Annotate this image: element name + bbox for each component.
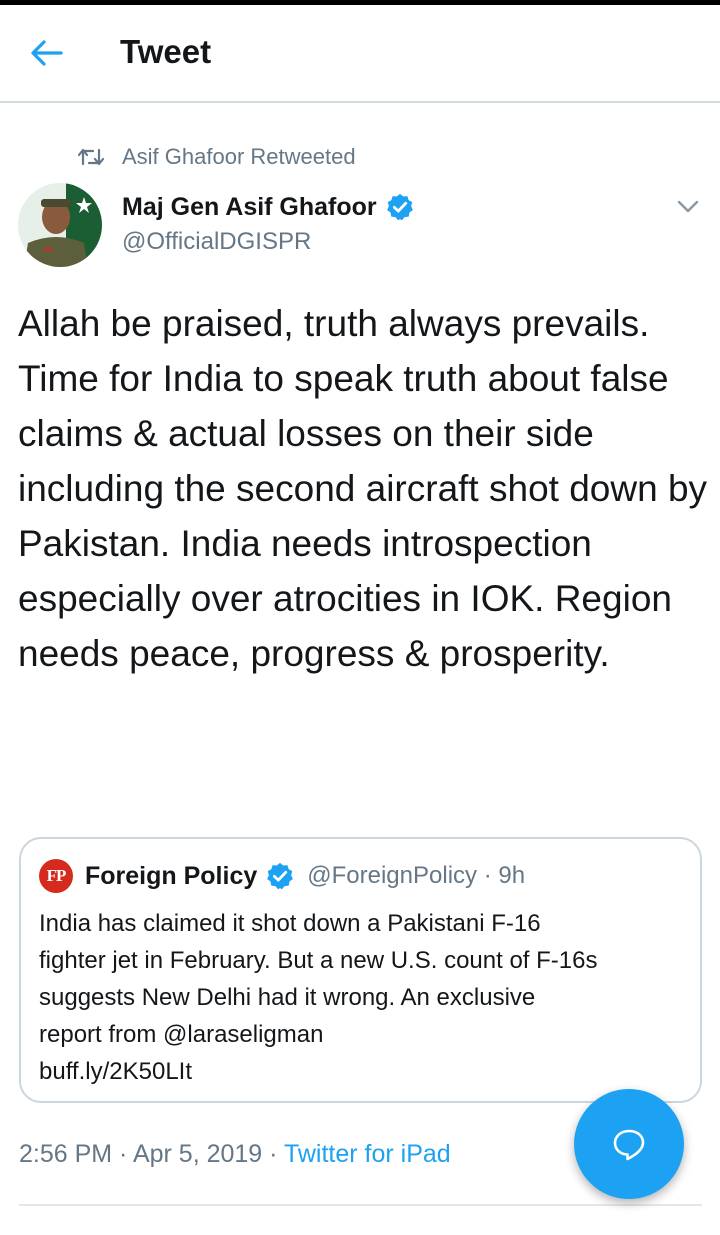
tweet-timestamp: 2:56 PM · Apr 5, 2019 · — [19, 1140, 284, 1168]
tweet-text: Allah be praised, truth always prevails.… — [18, 303, 708, 674]
page-title: Tweet — [120, 33, 212, 70]
quoted-tweet-card[interactable]: FP Foreign Policy @ForeignPolicy · 9h In… — [19, 837, 702, 1103]
quoted-link[interactable]: buff.ly/2K50LIt — [39, 1053, 689, 1090]
quoted-text-line: India has claimed it shot down a Pakista… — [39, 910, 541, 937]
quoted-text-line: report from @laraseligman — [39, 1021, 324, 1048]
foreign-policy-logo: FP — [39, 859, 73, 893]
verified-badge-icon — [267, 862, 294, 890]
retweeted-by-label: Asif Ghafoor Retweeted — [122, 144, 356, 169]
back-button[interactable] — [22, 31, 72, 75]
retweet-icon — [78, 145, 106, 169]
arrow-left-icon — [31, 40, 63, 66]
author-avatar[interactable] — [18, 183, 102, 267]
verified-badge-icon — [386, 193, 413, 221]
tweet-source-link[interactable]: Twitter for iPad — [284, 1140, 451, 1168]
quoted-text-line: fighter jet in February. But a new U.S. … — [39, 947, 598, 974]
quoted-author-handle-time: @ForeignPolicy · 9h — [307, 862, 526, 889]
retweet-context[interactable]: Asif Ghafoor Retweeted — [78, 143, 356, 171]
quoted-author-name: Foreign Policy — [85, 861, 258, 890]
divider — [19, 1204, 702, 1206]
author-name: Maj Gen Asif Ghafoor — [122, 192, 377, 221]
quoted-text-line: suggests New Delhi had it wrong. An excl… — [39, 984, 536, 1011]
app-header: Tweet — [0, 5, 720, 103]
compose-reply-icon — [613, 1129, 645, 1161]
quoted-tweet-text: India has claimed it shot down a Pakista… — [39, 905, 689, 1090]
chevron-down-icon — [677, 200, 699, 213]
reply-fab-button[interactable] — [574, 1089, 684, 1199]
tweet-options-button[interactable] — [674, 195, 702, 217]
author-handle: @OfficialDGISPR — [122, 228, 312, 255]
author-info[interactable]: Maj Gen Asif Ghafoor @OfficialDGISPR — [122, 190, 415, 256]
tweet-metadata: 2:56 PM · Apr 5, 2019 · Twitter for iPad — [19, 1140, 451, 1169]
